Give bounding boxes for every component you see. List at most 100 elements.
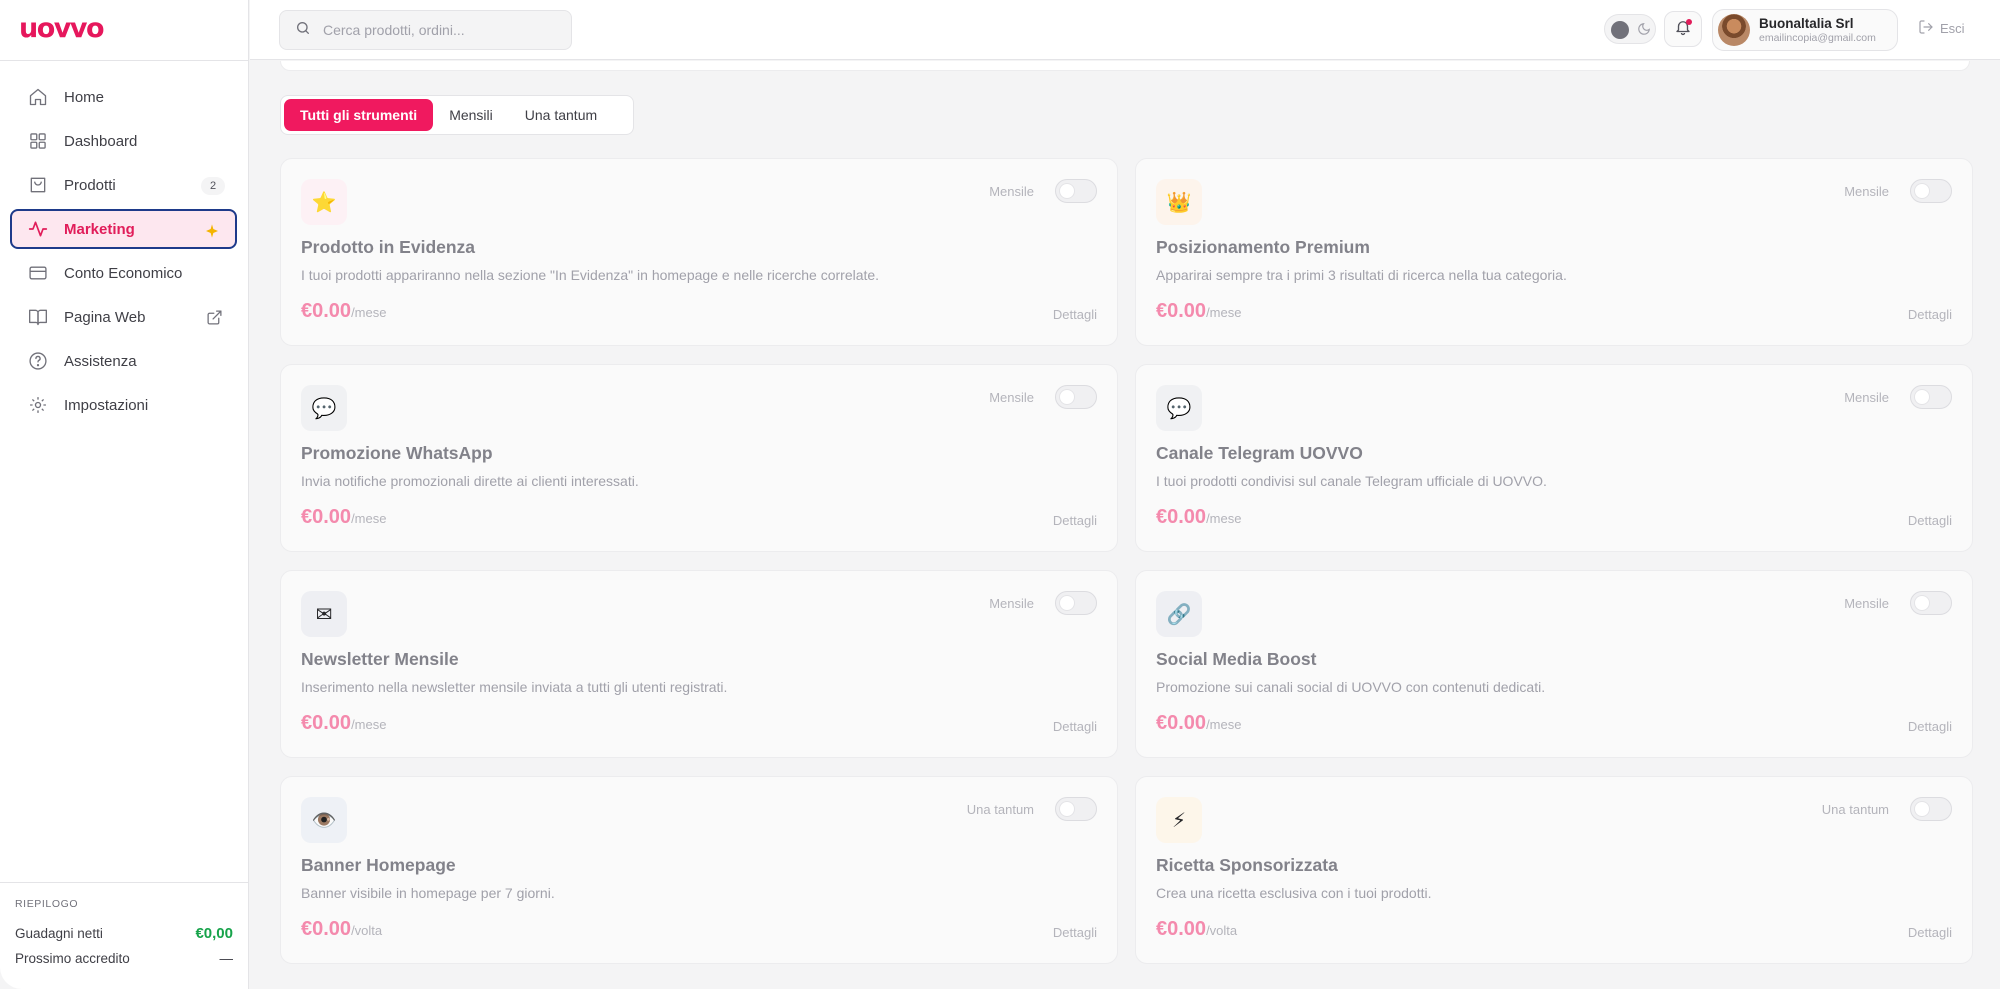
chat-bubble-icon: 💬 bbox=[1156, 385, 1202, 431]
search-input[interactable] bbox=[323, 22, 553, 38]
tool-title: Promozione WhatsApp bbox=[301, 443, 493, 463]
sidebar-item-label: Home bbox=[64, 88, 105, 106]
net-earnings-label: Guadagni netti bbox=[15, 926, 103, 941]
search-icon bbox=[295, 20, 311, 41]
uovvo-logo[interactable]: uovvo bbox=[19, 13, 105, 44]
tool-title: Canale Telegram UOVVO bbox=[1156, 443, 1363, 463]
details-link[interactable]: Dettagli bbox=[1908, 925, 1952, 940]
sidebar-item-label: Conto Economico bbox=[64, 264, 183, 282]
user-menu[interactable]: Buonaltalia Srl emailincopia@gmail.com bbox=[1712, 9, 1898, 51]
tab-tutti-gli-strumenti[interactable]: Tutti gli strumenti bbox=[284, 99, 434, 131]
tool-card-canale-telegram: 💬 Mensile Canale Telegram UOVVO I tuoi p… bbox=[1135, 364, 1973, 552]
sparkle-icon bbox=[202, 221, 222, 241]
theme-toggle[interactable] bbox=[1604, 14, 1656, 44]
tool-price: €0.00 /mese bbox=[301, 300, 386, 323]
tool-filter-tabs: Tutti gli strumenti Mensili Una tantum bbox=[280, 95, 634, 135]
price-value: €0.00 bbox=[1156, 918, 1207, 940]
tool-card-prodotto-in-evidenza: ⭐ Mensile Prodotto in Evidenza I tuoi pr… bbox=[280, 158, 1118, 346]
price-value: €0.00 bbox=[301, 300, 352, 322]
price-unit: /mese bbox=[351, 717, 387, 732]
tool-price: €0.00 /volta bbox=[301, 918, 382, 941]
envelope-icon: ✉ bbox=[301, 591, 347, 637]
notification-dot bbox=[1686, 19, 1692, 25]
tool-toggle[interactable] bbox=[1055, 797, 1097, 821]
divider bbox=[0, 60, 249, 61]
price-unit: /volta bbox=[1206, 923, 1238, 938]
sidebar-item-label: Assistenza bbox=[64, 352, 137, 370]
tool-price: €0.00 /mese bbox=[301, 506, 386, 529]
tool-toggle[interactable] bbox=[1910, 385, 1952, 409]
tool-toggle[interactable] bbox=[1910, 179, 1952, 203]
link-icon: 🔗 bbox=[1156, 591, 1202, 637]
next-payout-value: — bbox=[219, 951, 234, 966]
details-link[interactable]: Dettagli bbox=[1053, 719, 1097, 734]
toggle-knob bbox=[1914, 183, 1930, 199]
tool-toggle[interactable] bbox=[1910, 591, 1952, 615]
tool-description: Invia notifiche promozionali dirette ai … bbox=[301, 473, 639, 489]
price-unit: /mese bbox=[1206, 305, 1242, 320]
billing-badge: Una tantum bbox=[1821, 802, 1889, 817]
sidebar-item-label: Dashboard bbox=[64, 132, 138, 150]
star-icon: ⭐ bbox=[301, 179, 347, 225]
logo-text: uovvo bbox=[19, 13, 105, 44]
net-earnings-value: €0,00 bbox=[195, 925, 233, 942]
tool-description: Banner visibile in homepage per 7 giorni… bbox=[301, 885, 555, 901]
theme-toggle-knob bbox=[1611, 21, 1629, 39]
tool-card-banner-homepage: 👁️ Una tantum Banner Homepage Banner vis… bbox=[280, 776, 1118, 964]
sidebar-item-dashboard[interactable]: Dashboard bbox=[10, 121, 237, 161]
external-link-icon[interactable] bbox=[204, 307, 224, 327]
tool-price: €0.00 /mese bbox=[1156, 300, 1241, 323]
details-link[interactable]: Dettagli bbox=[1908, 719, 1952, 734]
sidebar-item-impostazioni[interactable]: Impostazioni bbox=[10, 385, 237, 425]
details-link[interactable]: Dettagli bbox=[1908, 307, 1952, 322]
sidebar-item-marketing[interactable]: Marketing bbox=[10, 209, 237, 249]
tool-toggle[interactable] bbox=[1055, 385, 1097, 409]
gear-icon bbox=[27, 394, 49, 416]
billing-badge: Mensile bbox=[989, 596, 1034, 611]
search-box[interactable] bbox=[279, 10, 572, 50]
tool-description: Promozione sui canali social di UOVVO co… bbox=[1156, 679, 1546, 695]
tab-una-tantum[interactable]: Una tantum bbox=[509, 99, 613, 131]
help-circle-icon bbox=[27, 350, 49, 372]
tool-toggle[interactable] bbox=[1910, 797, 1952, 821]
sidebar-nav: Home Dashboard Prodotti 2 Marketing Cont… bbox=[10, 77, 237, 429]
content-header-strip bbox=[280, 61, 1970, 71]
details-link[interactable]: Dettagli bbox=[1053, 925, 1097, 940]
billing-badge: Mensile bbox=[1844, 390, 1889, 405]
user-info: Buonaltalia Srl emailincopia@gmail.com bbox=[1759, 16, 1876, 45]
tool-price: €0.00 /mese bbox=[301, 712, 386, 735]
tool-title: Ricetta Sponsorizzata bbox=[1156, 855, 1338, 875]
tool-price: €0.00 /mese bbox=[1156, 506, 1241, 529]
details-link[interactable]: Dettagli bbox=[1053, 307, 1097, 322]
sidebar-item-label: Impostazioni bbox=[64, 396, 149, 414]
logout-button[interactable]: Esci bbox=[1918, 19, 1965, 38]
chat-bubble-icon: 💬 bbox=[301, 385, 347, 431]
tool-price: €0.00 /volta bbox=[1156, 918, 1237, 941]
price-value: €0.00 bbox=[1156, 506, 1207, 528]
tool-description: Inserimento nella newsletter mensile inv… bbox=[301, 679, 728, 695]
details-link[interactable]: Dettagli bbox=[1053, 513, 1097, 528]
billing-badge: Mensile bbox=[989, 390, 1034, 405]
tool-description: Crea una ricetta esclusiva con i tuoi pr… bbox=[1156, 885, 1432, 901]
net-earnings-row: Guadagni netti €0,00 bbox=[15, 921, 233, 946]
toggle-knob bbox=[1914, 801, 1930, 817]
details-link[interactable]: Dettagli bbox=[1908, 513, 1952, 528]
topbar: Buonaltalia Srl emailincopia@gmail.com E… bbox=[250, 0, 2000, 60]
tool-card-social-media-boost: 🔗 Mensile Social Media Boost Promozione … bbox=[1135, 570, 1973, 758]
home-icon bbox=[27, 86, 49, 108]
credit-card-icon bbox=[27, 262, 49, 284]
sidebar-item-conto-economico[interactable]: Conto Economico bbox=[10, 253, 237, 293]
tool-toggle[interactable] bbox=[1055, 179, 1097, 203]
notifications-button[interactable] bbox=[1664, 11, 1702, 47]
sidebar-item-prodotti[interactable]: Prodotti 2 bbox=[10, 165, 237, 205]
tab-mensili[interactable]: Mensili bbox=[433, 99, 509, 131]
sidebar-item-label: Marketing bbox=[64, 220, 135, 238]
sidebar-item-home[interactable]: Home bbox=[10, 77, 237, 117]
toggle-knob bbox=[1059, 595, 1075, 611]
avatar bbox=[1718, 14, 1750, 46]
price-value: €0.00 bbox=[301, 712, 352, 734]
tool-toggle[interactable] bbox=[1055, 591, 1097, 615]
sidebar-item-pagina-web[interactable]: Pagina Web bbox=[10, 297, 237, 337]
sidebar-item-assistenza[interactable]: Assistenza bbox=[10, 341, 237, 381]
user-email: emailincopia@gmail.com bbox=[1759, 31, 1876, 44]
